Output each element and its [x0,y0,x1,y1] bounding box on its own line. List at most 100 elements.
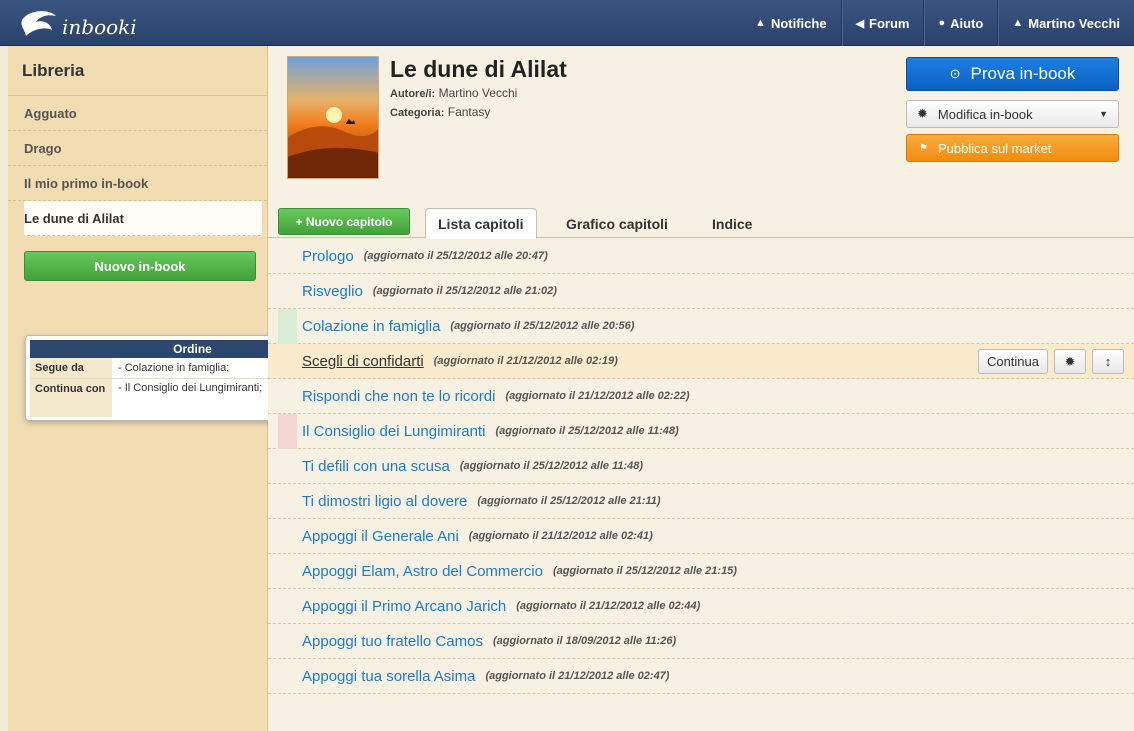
continue-button[interactable]: Continua [977,349,1048,374]
megaphone-icon: ◀ [855,17,865,30]
top-bar: inbooki ▲ Notifiche ◀ Forum ● Aiuto ▲ Martin… [0,0,1134,46]
gear-icon: ✹ [1064,353,1076,369]
order-popup-title: Ordine [30,340,275,358]
nav-forum[interactable]: ◀ Forum [840,0,924,46]
chapter-title[interactable]: Appoggi il Primo Arcano Jarich [302,598,506,615]
order-continues-label: Continua con [30,379,112,417]
tab-chapter-graph[interactable]: Grafico capitoli [554,208,680,239]
chapter-row-selected[interactable]: Scegli di confidarti (aggiornato il 21/12… [268,344,1134,379]
chapter-row[interactable]: Colazione in famiglia (aggiornato il 25/1… [268,309,1134,344]
chapter-title[interactable]: Risveglio [302,283,363,300]
chapter-actions: Continua ✹ ↕ [977,349,1124,374]
next-chapter-marker [278,414,297,449]
book-category: Categoria: Fantasy [390,105,490,119]
chapter-row[interactable]: Ti dimostri ligio al dovere (aggiornato i… [268,484,1134,519]
sidebar-item-label: Agguato [24,105,77,121]
edit-inbook-label: Modifica in-book [937,106,1033,122]
chapter-title[interactable]: Rispondi che non te lo ricordi [302,388,495,405]
tab-chapter-list[interactable]: Lista capitoli [425,208,537,239]
logo-text: inbooki [62,15,137,39]
chapter-title[interactable]: Scegli di confidarti [302,353,424,370]
vertical-arrows-icon: ↕ [1104,354,1112,369]
tabs-bar: + Nuovo capitolo Lista capitoli Grafico … [268,206,1134,239]
chapter-date: (aggiornato il 18/09/2012 alle 11:26) [492,635,677,647]
chapter-row[interactable]: Il Consiglio dei Lungimiranti (aggiornato… [268,414,1134,449]
sidebar-item-primo-inbook[interactable]: Il mio primo in-book [8,166,267,201]
category-value: Fantasy [447,105,491,119]
chapter-date: (aggiornato il 21/12/2012 alle 02:41) [468,530,653,542]
chapter-row[interactable]: Ti defili con una scusa (aggiornato il 25… [268,449,1134,484]
bell-icon: ▲ [755,17,766,29]
tab-index[interactable]: Indice [700,208,764,239]
chapter-title[interactable]: Appoggi il Generale Ani [302,528,459,545]
try-inbook-button[interactable]: ⊙ Prova in-book [906,57,1119,91]
book-title: Le dune di Alilat [390,56,567,82]
top-nav: ▲ Notifiche ◀ Forum ● Aiuto ▲ Martino Vecchi [741,0,1134,46]
nav-help[interactable]: ● Aiuto [923,0,997,46]
sidebar-item-drago[interactable]: Drago [8,131,267,166]
publish-market-button[interactable]: ⚑ Pubblica sul market [906,134,1119,162]
chapter-title[interactable]: Il Consiglio dei Lungimiranti [302,423,485,440]
chapter-date: (aggiornato il 25/12/2012 alle 11:48) [459,460,644,472]
order-follows-value: - Colazione in famiglia; [118,362,230,374]
main-content: Le dune di Alilat Autore/i: Martino Vecc… [268,46,1134,731]
user-icon: ▲ [1012,17,1024,29]
chapter-date: (aggiornato il 25/12/2012 alle 21:11) [477,495,661,507]
chapter-date: (aggiornato il 25/12/2012 alle 11:48) [495,425,679,437]
book-author: Autore/i: Martino Vecchi [390,86,517,100]
sidebar-item-agguato[interactable]: Agguato [8,96,267,131]
new-inbook-button[interactable]: Nuovo in-book [24,251,256,281]
nav-label: Notifiche [770,15,827,31]
new-chapter-button[interactable]: + Nuovo capitolo [278,208,410,235]
chapter-title[interactable]: Appoggi tuo fratello Camos [302,633,483,650]
author-value: Martino Vecchi [438,86,518,100]
chapter-row[interactable]: Appoggi tua sorella Asima (aggiornato il … [268,659,1134,694]
flag-icon: ⚑ [919,142,928,154]
chapter-row[interactable]: Appoggi il Generale Ani (aggiornato il 21… [268,519,1134,554]
order-continues-row: Continua con - Il Consiglio dei Lungimir… [30,379,275,417]
chapter-date: (aggiornato il 25/12/2012 alle 20:47) [363,250,548,262]
order-follows-row: Segue da - Colazione in famiglia; [30,358,275,379]
chapter-title[interactable]: Appoggi Elam, Astro del Commercio [302,563,543,580]
gear-icon: ✹ [917,106,928,121]
sidebar-item-label: Drago [24,140,62,156]
nav-label: Forum [869,15,910,31]
nav-label: Aiuto [950,15,984,31]
chapter-settings-button[interactable]: ✹ [1054,349,1086,374]
publish-label: Pubblica sul market [937,140,1052,156]
chapter-row[interactable]: Appoggi Elam, Astro del Commercio (aggior… [268,554,1134,589]
category-label: Categoria: [390,107,445,119]
nav-notifications[interactable]: ▲ Notifiche [741,0,841,46]
nav-label: Martino Vecchi [1028,15,1120,31]
chapter-title[interactable]: Ti defili con una scusa [302,458,450,475]
chapter-title[interactable]: Prologo [302,248,354,265]
chapter-title[interactable]: Ti dimostri ligio al dovere [302,493,467,510]
book-cover[interactable] [287,56,379,179]
chapter-list: Prologo (aggiornato il 25/12/2012 alle 20… [268,239,1134,694]
nav-user[interactable]: ▲ Martino Vecchi [997,0,1134,46]
chapter-row[interactable]: Appoggi il Primo Arcano Jarich (aggiornat… [268,589,1134,624]
info-icon: ● [938,17,946,29]
play-circle-icon: ⊙ [949,66,961,81]
chapter-row[interactable]: Appoggi tuo fratello Camos (aggiornato il… [268,624,1134,659]
sidebar-title: Libreria [8,46,267,96]
chapter-row[interactable]: Rispondi che non te lo ricordi (aggiornat… [268,379,1134,414]
chapter-row[interactable]: Prologo (aggiornato il 25/12/2012 alle 20… [268,239,1134,274]
chapter-title[interactable]: Colazione in famiglia [302,318,440,335]
chapter-title[interactable]: Appoggi tua sorella Asima [302,668,475,685]
chapter-row[interactable]: Risveglio (aggiornato il 25/12/2012 alle … [268,274,1134,309]
sidebar-item-dune-alilat[interactable]: Le dune di Alilat [24,201,262,236]
sidebar-item-label: Le dune di Alilat [24,210,124,226]
chapter-date: (aggiornato il 21/12/2012 alle 02:19) [433,355,618,367]
chapter-date: (aggiornato il 21/12/2012 alle 02:47) [485,670,670,682]
edit-inbook-dropdown[interactable]: ✹ Modifica in-book ▼ [906,100,1119,128]
order-popup: Ordine Segue da - Colazione in famiglia;… [25,335,287,421]
chapter-move-button[interactable]: ↕ [1092,349,1124,374]
order-continues-value: - Il Consiglio dei Lungimiranti; [118,382,263,394]
chapter-date: (aggiornato il 25/12/2012 alle 21:02) [372,285,557,297]
logo[interactable]: inbooki [18,6,137,40]
order-follows-label: Segue da [30,358,112,378]
previous-chapter-marker [278,309,297,344]
logo-mark-icon [18,8,60,38]
chapter-date: (aggiornato il 25/12/2012 alle 21:15) [552,565,737,577]
